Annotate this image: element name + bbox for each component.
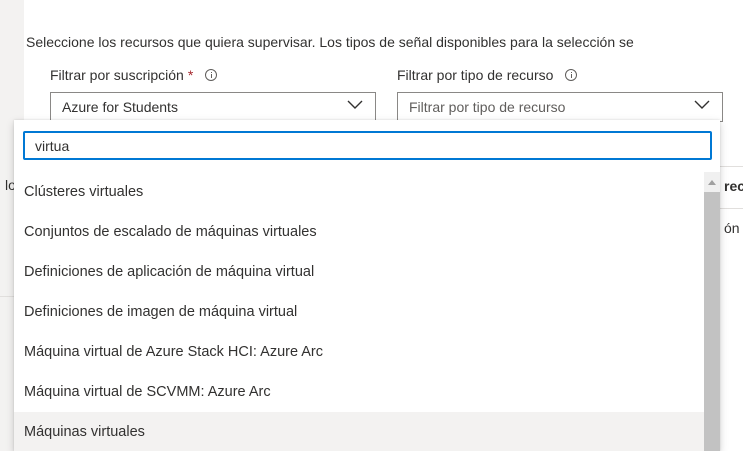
background-divider: [720, 208, 743, 209]
resource-type-placeholder: Filtrar por tipo de recurso: [409, 99, 566, 115]
option-item[interactable]: Clústeres virtuales: [14, 172, 704, 212]
subscription-dropdown[interactable]: Azure for Students: [50, 92, 376, 122]
subscription-value: Azure for Students: [62, 99, 178, 115]
resource-type-filter-label-row: Filtrar por tipo de recurso: [397, 67, 578, 83]
resource-type-filter-label: Filtrar por tipo de recurso: [397, 67, 554, 83]
search-input-value: virtua: [35, 137, 70, 154]
resource-type-options-list: Clústeres virtuales Conjuntos de escalad…: [14, 172, 704, 451]
option-item[interactable]: Conjuntos de escalado de máquinas virtua…: [14, 212, 704, 252]
description-text: Seleccione los recursos que quiera super…: [26, 34, 634, 50]
background-cell-partial: ón: [724, 220, 740, 236]
background-divider: [720, 166, 743, 167]
option-item-hovered[interactable]: Máquinas virtuales: [14, 412, 704, 451]
background-divider: [0, 296, 14, 297]
info-icon[interactable]: [205, 69, 218, 81]
resource-type-dropdown[interactable]: Filtrar por tipo de recurso: [397, 92, 723, 122]
resource-type-search-input[interactable]: virtua: [23, 131, 712, 160]
info-icon[interactable]: [565, 69, 578, 81]
subscription-filter-label-row: Filtrar por suscripción *: [50, 67, 218, 83]
option-item[interactable]: Máquina virtual de SCVMM: Azure Arc: [14, 372, 704, 412]
scroll-up-arrow-icon[interactable]: [708, 180, 716, 185]
page: Seleccione los recursos que quiera super…: [0, 0, 743, 451]
chevron-down-icon: [347, 100, 363, 109]
option-item[interactable]: Definiciones de aplicación de máquina vi…: [14, 252, 704, 292]
required-asterisk: *: [187, 67, 194, 83]
scrollbar-thumb[interactable]: [704, 192, 720, 451]
resource-type-popup: virtua Clústeres virtuales Conjuntos de …: [14, 120, 720, 451]
background-column-header-partial: rec: [724, 178, 743, 194]
option-item[interactable]: Máquina virtual de Azure Stack HCI: Azur…: [14, 332, 704, 372]
list-scrollbar[interactable]: [704, 172, 720, 451]
option-item[interactable]: Definiciones de imagen de máquina virtua…: [14, 292, 704, 332]
subscription-filter-label: Filtrar por suscripción: [50, 67, 184, 83]
chevron-down-icon: [694, 100, 710, 109]
